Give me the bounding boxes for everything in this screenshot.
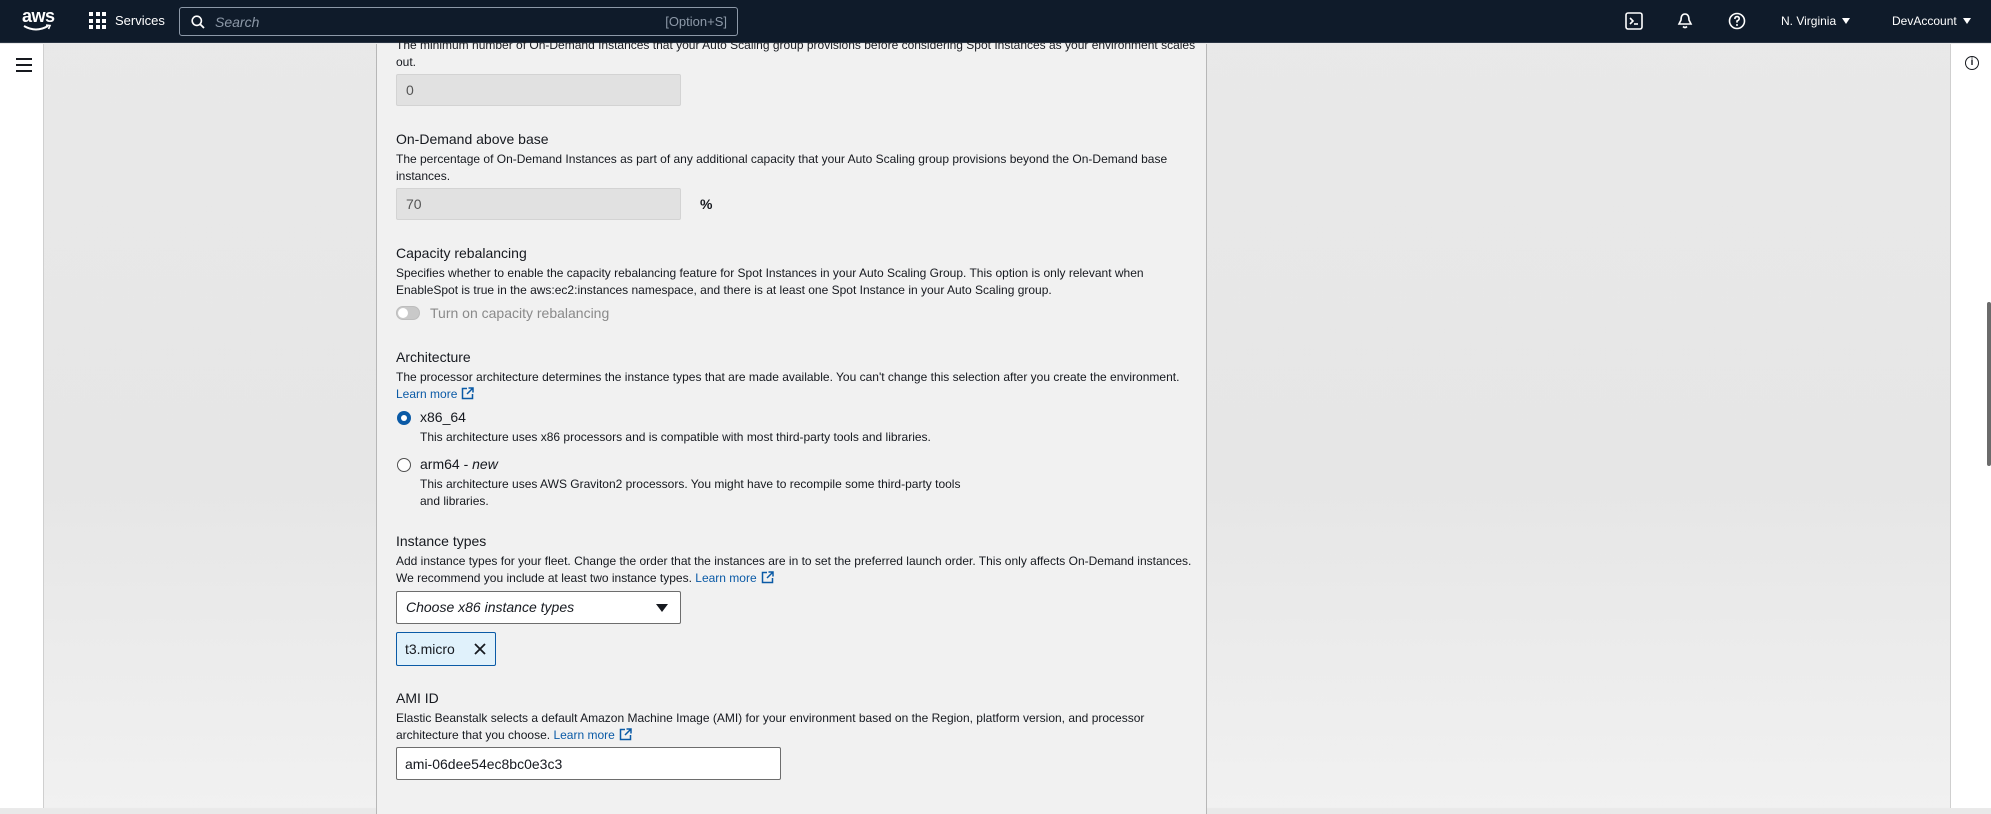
external-link-icon <box>761 570 774 583</box>
on-demand-above-base-description: The percentage of On-Demand Instances as… <box>396 152 1168 183</box>
architecture-x86-description: This architecture uses x86 processors an… <box>420 430 931 444</box>
architecture-arm64-radio[interactable] <box>397 458 411 472</box>
architecture-arm64-label: arm64 - new <box>420 456 498 472</box>
external-link-icon <box>462 386 475 399</box>
instance-types-description: Add instance types for your fleet. Chang… <box>396 553 1198 586</box>
instance-types-label: Instance types <box>396 533 487 549</box>
instance-types-select[interactable]: Choose x86 instance types <box>396 591 681 624</box>
caret-down-icon <box>1962 18 1971 24</box>
menu-icon[interactable] <box>16 58 32 76</box>
on-demand-base-description: The minimum number of On-Demand Instance… <box>396 38 1196 69</box>
help-icon[interactable] <box>1728 12 1748 32</box>
architecture-learn-more-link[interactable]: Learn more <box>396 386 475 401</box>
architecture-description: The processor architecture determines th… <box>396 369 1198 402</box>
search-bar[interactable]: [Option+S] <box>179 7 738 36</box>
left-rail <box>0 44 44 808</box>
services-menu[interactable]: Services <box>89 12 165 29</box>
external-link-icon <box>619 727 632 740</box>
capacity-rebalancing-toggle-label: Turn on capacity rebalancing <box>430 305 610 321</box>
ami-id-description-text: Elastic Beanstalk selects a default Amaz… <box>396 711 1145 742</box>
cloudshell-icon[interactable] <box>1625 12 1645 32</box>
percent-unit: % <box>700 196 713 212</box>
architecture-label: Architecture <box>396 349 471 365</box>
region-selector[interactable]: N. Virginia <box>1781 14 1851 28</box>
instance-types-description-text: Add instance types for your fleet. Chang… <box>396 554 1192 585</box>
grid-icon <box>89 12 106 29</box>
ami-id-label: AMI ID <box>396 690 439 706</box>
scrollbar-thumb[interactable] <box>1987 302 1991 466</box>
instance-type-token: t3.micro <box>396 632 496 666</box>
account-label: DevAccount <box>1892 14 1957 28</box>
region-label: N. Virginia <box>1781 14 1837 28</box>
instance-type-token-label: t3.micro <box>405 641 455 657</box>
on-demand-above-base-label: On-Demand above base <box>396 131 549 147</box>
right-rail: i <box>1950 44 1991 808</box>
aws-logo[interactable]: aws <box>22 6 55 34</box>
info-icon[interactable]: i <box>1965 56 1979 70</box>
services-label: Services <box>115 13 165 28</box>
architecture-x86-label: x86_64 <box>420 409 466 425</box>
capacity-rebalancing-description: Specifies whether to enable the capacity… <box>396 266 1144 297</box>
caret-down-icon <box>1842 18 1851 24</box>
search-shortcut-hint: [Option+S] <box>665 14 727 29</box>
architecture-arm64-description: This architecture uses AWS Graviton2 pro… <box>420 477 961 508</box>
on-demand-above-base-input[interactable] <box>396 188 681 220</box>
capacity-rebalancing-label: Capacity rebalancing <box>396 245 527 261</box>
search-input[interactable] <box>213 12 637 31</box>
on-demand-base-input[interactable] <box>396 74 681 106</box>
capacity-rebalancing-toggle[interactable] <box>396 306 420 320</box>
caret-down-icon <box>656 604 668 612</box>
architecture-description-text: The processor architecture determines th… <box>396 370 1180 384</box>
account-menu[interactable]: DevAccount <box>1892 14 1971 28</box>
ami-id-description: Elastic Beanstalk selects a default Amaz… <box>396 710 1198 743</box>
bell-icon[interactable] <box>1676 12 1696 32</box>
instance-types-learn-more-link[interactable]: Learn more <box>695 570 774 585</box>
ami-id-input[interactable] <box>396 747 781 780</box>
ami-id-learn-more-link[interactable]: Learn more <box>553 727 632 742</box>
close-icon[interactable] <box>473 642 487 656</box>
instance-types-select-placeholder: Choose x86 instance types <box>406 599 575 615</box>
architecture-x86-radio[interactable] <box>397 411 411 425</box>
search-icon <box>191 14 205 29</box>
